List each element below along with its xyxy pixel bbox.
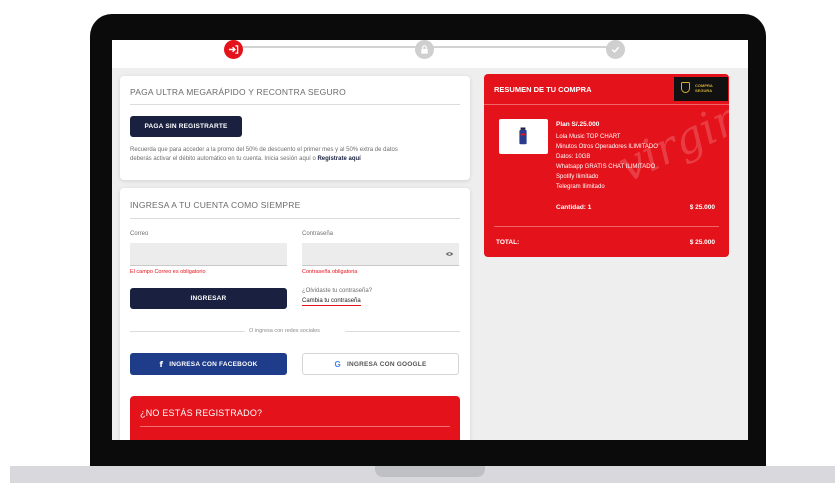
divider: [345, 331, 460, 332]
laptop-base-notch: [375, 466, 485, 477]
email-error: El campo Correo es obligatorio: [130, 269, 206, 275]
google-login-button[interactable]: G INGRESA CON GOOGLE: [302, 353, 459, 375]
login-submit-button[interactable]: INGRESAR: [130, 288, 287, 309]
google-button-label: INGRESA CON GOOGLE: [346, 360, 427, 368]
step-3[interactable]: [606, 40, 625, 59]
login-arrow-icon: [228, 45, 239, 54]
email-label: Correo: [130, 231, 149, 237]
total-label: TOTAL:: [496, 239, 520, 246]
change-password-link[interactable]: Cambia tu contraseña: [302, 298, 361, 306]
register-card-title: ¿NO ESTÁS REGISTRADO?: [140, 408, 263, 418]
divider: [130, 104, 460, 105]
guest-checkout-card: PAGA ULTRA MEGARÁPIDO Y RECONTRA SEGURO …: [120, 76, 470, 180]
summary-title: RESUMEN DE TU COMPRA: [494, 85, 592, 94]
quantity-label: Cantidad: 1: [556, 204, 592, 211]
laptop-screen: PAGA ULTRA MEGARÁPIDO Y RECONTRA SEGURO …: [112, 40, 748, 440]
badge-text: COMPRA SEGURA: [695, 83, 713, 93]
register-card: ¿NO ESTÁS REGISTRADO?: [130, 396, 460, 440]
password-label: Contraseña: [302, 231, 334, 237]
item-price: $ 25.000: [689, 204, 715, 211]
plan-feature: Whatsapp GRATIS CHAT ILIMITADO: [556, 164, 656, 170]
divider: [494, 226, 719, 227]
sim-card-image: [519, 127, 527, 145]
badge-line2: SEGURA: [695, 88, 713, 93]
step-1[interactable]: [224, 40, 243, 59]
check-icon: [611, 46, 620, 53]
promo-note: Recuerda que para acceder a la promo del…: [130, 146, 465, 164]
facebook-button-label: INGRESA CON FACEBOOK: [169, 360, 258, 368]
checkout-stepper: [112, 40, 748, 68]
facebook-icon: f: [159, 359, 164, 369]
password-error: Contraseña obligatoria: [302, 269, 358, 275]
login-card: INGRESA A TU CUENTA COMO SIEMPRE Correo …: [120, 188, 470, 440]
plan-feature: Datos: 10GB: [556, 154, 591, 160]
plan-feature: Lola Music TOP CHART: [556, 134, 621, 140]
facebook-login-button[interactable]: f INGRESA CON FACEBOOK: [130, 353, 287, 375]
plan-feature: Spotify Ilimitado: [556, 174, 599, 180]
login-card-title: INGRESA A TU CUENTA COMO SIEMPRE: [130, 200, 301, 210]
total-value: $ 25.000: [689, 239, 715, 246]
divider: [140, 426, 450, 427]
eye-icon[interactable]: [445, 251, 454, 257]
register-here-link[interactable]: Regístrate aquí: [317, 156, 360, 162]
password-field[interactable]: [302, 243, 459, 266]
promo-note-line2-text: deberás activar el débito automático en …: [130, 156, 316, 162]
secure-purchase-badge: COMPRA SEGURA: [674, 77, 728, 101]
lock-icon: [421, 45, 428, 54]
step-2[interactable]: [415, 40, 434, 59]
divider: [130, 331, 245, 332]
plan-name: Plan S/.25.000: [556, 121, 600, 128]
google-icon: G: [334, 359, 341, 369]
plan-feature: Telegram Ilimitado: [556, 184, 605, 190]
forgot-password-question: ¿Olvidaste tu contraseña?: [302, 288, 373, 294]
email-field[interactable]: [130, 243, 287, 266]
divider: [484, 104, 729, 105]
guest-card-title: PAGA ULTRA MEGARÁPIDO Y RECONTRA SEGURO: [130, 87, 346, 97]
social-divider-text: O ingresa con redes sociales: [249, 328, 320, 334]
product-image: [499, 119, 548, 154]
promo-note-line2: deberás activar el débito automático en …: [130, 155, 465, 164]
plan-feature: Minutos Otros Operadores ILIMITADO: [556, 144, 658, 150]
divider: [130, 218, 460, 219]
promo-note-line1: Recuerda que para acceder a la promo del…: [130, 147, 398, 153]
shield-icon: [681, 82, 690, 93]
pay-without-register-button[interactable]: PAGA SIN REGISTRARTE: [130, 116, 242, 137]
order-summary-card: virgin mobile RESUMEN DE TU COMPRA COMPR…: [484, 74, 729, 257]
